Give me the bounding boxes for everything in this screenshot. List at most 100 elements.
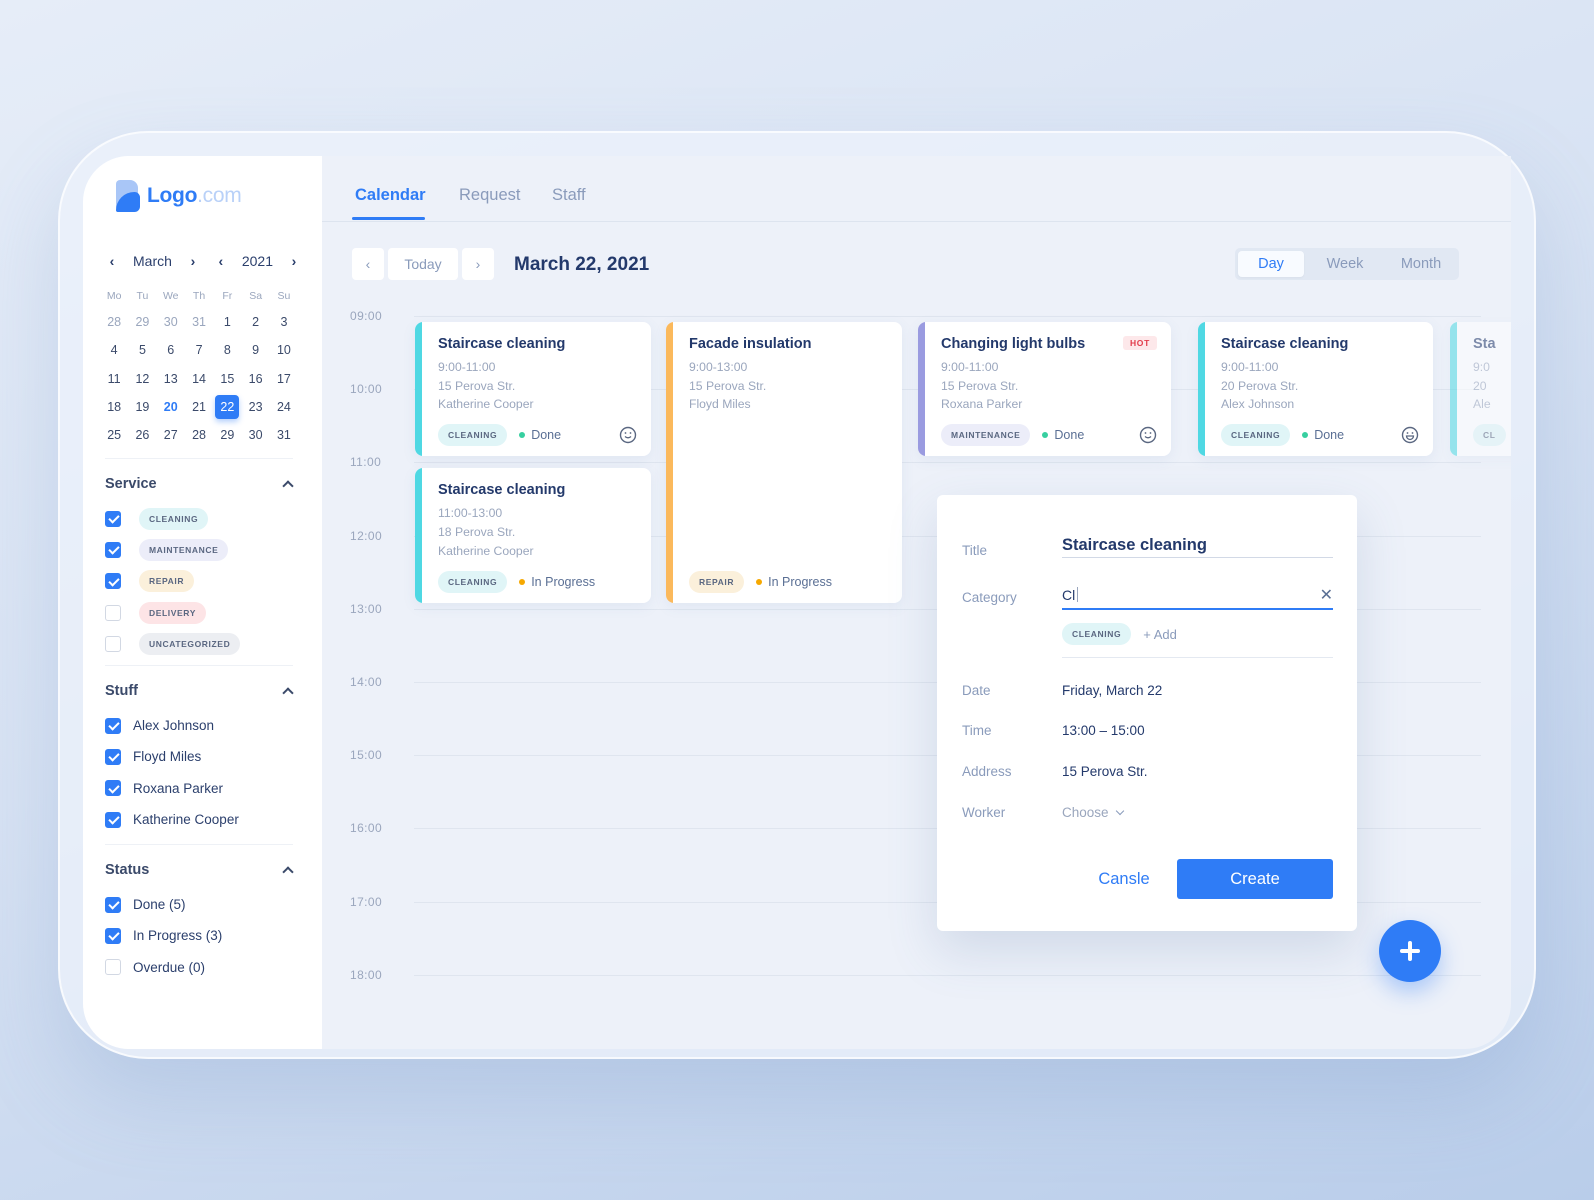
day-cell[interactable]: 1 <box>213 308 241 336</box>
checkbox[interactable] <box>105 510 121 527</box>
category-suggestion-tag[interactable]: CLEANING <box>1062 623 1132 645</box>
filter-option[interactable]: Roxana Parker <box>105 773 293 804</box>
time-value[interactable]: 13:00 – 15:00 <box>1062 723 1145 738</box>
day-cell[interactable]: 23 <box>241 393 269 421</box>
divider <box>1062 657 1333 658</box>
day-cell[interactable]: 4 <box>100 336 128 364</box>
filter-option[interactable]: Floyd Miles <box>105 741 293 772</box>
checkbox[interactable] <box>105 573 121 590</box>
view-week-button[interactable]: Week <box>1304 251 1386 277</box>
day-cell[interactable]: 10 <box>270 336 298 364</box>
day-cell[interactable]: 5 <box>128 336 156 364</box>
checkbox[interactable] <box>105 927 121 944</box>
worker-select[interactable]: Choose <box>1062 805 1124 820</box>
checkbox[interactable] <box>105 717 121 734</box>
date-value[interactable]: Friday, March 22 <box>1062 683 1162 698</box>
day-cell[interactable]: 26 <box>128 421 156 449</box>
filter-option[interactable]: MAINTENANCE <box>105 534 293 565</box>
day-cell-today[interactable]: 20 <box>157 393 185 421</box>
checkbox[interactable] <box>105 780 121 797</box>
day-cell[interactable]: 29 <box>128 308 156 336</box>
tab-calendar[interactable]: Calendar <box>355 186 426 205</box>
day-cell[interactable]: 25 <box>100 421 128 449</box>
day-cell-selected[interactable]: 22 <box>213 393 241 421</box>
day-cell[interactable]: 2 <box>241 308 269 336</box>
title-input[interactable]: Staircase cleaning <box>1062 536 1333 558</box>
today-button[interactable]: Today <box>388 248 458 280</box>
filter-option[interactable]: Katherine Cooper <box>105 804 293 835</box>
filter-option[interactable]: Overdue (0) <box>105 952 293 983</box>
event-card[interactable]: Sta 9:0 20 Ale CL <box>1450 322 1511 457</box>
tab-staff[interactable]: Staff <box>552 186 586 205</box>
checkbox[interactable] <box>105 896 121 913</box>
day-cell[interactable]: 29 <box>213 421 241 449</box>
checkbox[interactable] <box>105 541 121 558</box>
prev-day-button[interactable]: ‹ <box>352 248 384 280</box>
event-card[interactable]: Changing light bulbs 9:00-11:00 15 Perov… <box>918 322 1171 457</box>
address-value[interactable]: 15 Perova Str. <box>1062 764 1148 779</box>
event-card[interactable]: Facade insulation 9:00-13:00 15 Perova S… <box>666 322 902 603</box>
add-category-link[interactable]: + Add <box>1143 627 1177 642</box>
next-year-chevron-icon[interactable]: › <box>287 253 301 269</box>
next-day-button[interactable]: › <box>462 248 494 280</box>
next-month-chevron-icon[interactable]: › <box>186 253 200 269</box>
day-cell[interactable]: 31 <box>270 421 298 449</box>
filter-option[interactable]: REPAIR <box>105 566 293 597</box>
day-cell[interactable]: 24 <box>270 393 298 421</box>
collapse-chevron-icon[interactable] <box>281 478 293 490</box>
day-cell[interactable]: 19 <box>128 393 156 421</box>
filter-option[interactable]: CLEANING <box>105 503 293 534</box>
category-input[interactable]: Cl ✕ <box>1062 587 1333 610</box>
cancel-button[interactable]: Cansle <box>1090 859 1158 899</box>
add-event-fab[interactable] <box>1379 920 1441 982</box>
filter-option[interactable]: UNCATEGORIZED <box>105 628 293 659</box>
event-card[interactable]: Staircase cleaning 11:00-13:00 18 Perova… <box>415 468 651 603</box>
day-cell[interactable]: 16 <box>241 365 269 393</box>
day-cell[interactable]: 30 <box>241 421 269 449</box>
logo[interactable]: Logo.com <box>113 180 242 212</box>
checkbox[interactable] <box>105 748 121 765</box>
clear-icon[interactable]: ✕ <box>1320 587 1333 605</box>
day-cell[interactable]: 30 <box>157 308 185 336</box>
filter-option[interactable]: DELIVERY <box>105 597 293 628</box>
day-cell[interactable]: 9 <box>241 336 269 364</box>
create-button[interactable]: Create <box>1177 859 1333 899</box>
day-cell[interactable]: 6 <box>157 336 185 364</box>
day-cell[interactable]: 15 <box>213 365 241 393</box>
day-cell[interactable]: 11 <box>100 365 128 393</box>
day-cell[interactable]: 17 <box>270 365 298 393</box>
day-cell[interactable]: 21 <box>185 393 213 421</box>
smile-icon[interactable] <box>1139 426 1157 444</box>
day-cell[interactable]: 31 <box>185 308 213 336</box>
day-cell[interactable]: 8 <box>213 336 241 364</box>
grin-icon[interactable] <box>1401 426 1419 444</box>
day-cell[interactable]: 7 <box>185 336 213 364</box>
prev-year-chevron-icon[interactable]: ‹ <box>214 253 228 269</box>
day-cell[interactable]: 18 <box>100 393 128 421</box>
day-cell[interactable]: 12 <box>128 365 156 393</box>
prev-month-chevron-icon[interactable]: ‹ <box>105 253 119 269</box>
checkbox[interactable] <box>105 635 121 652</box>
day-cell[interactable]: 3 <box>270 308 298 336</box>
day-cell[interactable]: 28 <box>100 308 128 336</box>
filter-option[interactable]: In Progress (3) <box>105 920 293 951</box>
checkbox[interactable] <box>105 811 121 828</box>
event-card[interactable]: Staircase cleaning 9:00-11:00 20 Perova … <box>1198 322 1433 457</box>
collapse-chevron-icon[interactable] <box>281 685 293 697</box>
checkbox[interactable] <box>105 959 121 976</box>
hour-label: 10:00 <box>350 382 383 397</box>
filter-option[interactable]: Alex Johnson <box>105 710 293 741</box>
event-card[interactable]: Staircase cleaning 9:00-11:00 15 Perova … <box>415 322 651 457</box>
event-address: 20 Perova Str. <box>1221 378 1299 393</box>
day-cell[interactable]: 13 <box>157 365 185 393</box>
filter-option[interactable]: Done (5) <box>105 889 293 920</box>
view-month-button[interactable]: Month <box>1386 251 1456 277</box>
smile-icon[interactable] <box>619 426 637 444</box>
checkbox[interactable] <box>105 604 121 621</box>
view-day-button[interactable]: Day <box>1238 251 1304 277</box>
day-cell[interactable]: 14 <box>185 365 213 393</box>
day-cell[interactable]: 28 <box>185 421 213 449</box>
collapse-chevron-icon[interactable] <box>281 864 293 876</box>
day-cell[interactable]: 27 <box>157 421 185 449</box>
tab-request[interactable]: Request <box>459 186 520 205</box>
